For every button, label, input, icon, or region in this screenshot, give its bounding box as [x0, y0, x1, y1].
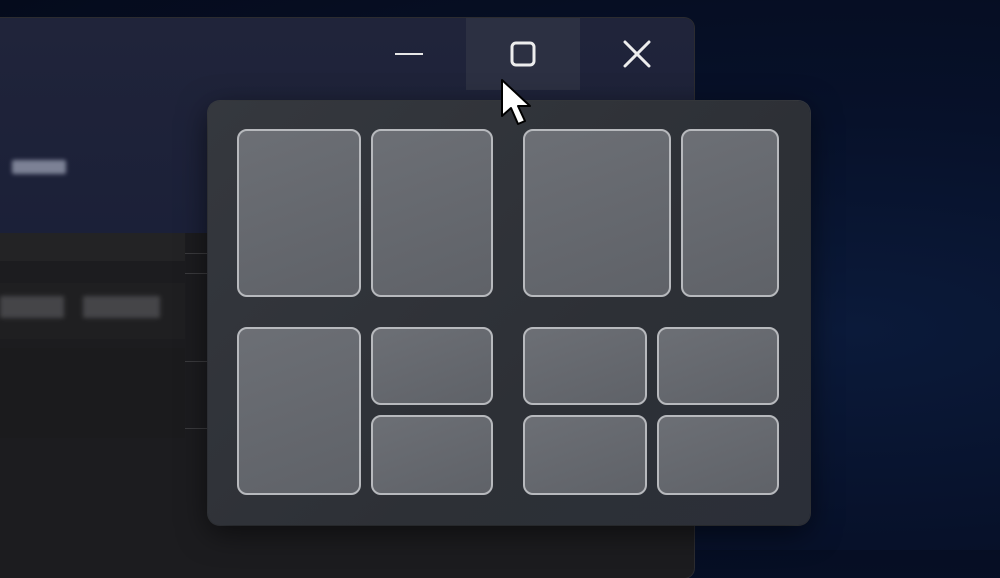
maximize-icon [510, 41, 536, 67]
snap-zone[interactable] [657, 415, 779, 495]
snap-layouts-flyout [208, 101, 810, 525]
blurred-title-text [12, 160, 66, 174]
snap-zone[interactable] [371, 129, 493, 297]
content-row [0, 233, 185, 261]
snap-zone[interactable] [371, 415, 493, 495]
snap-zone[interactable] [681, 129, 779, 297]
blurred-row-text [0, 296, 160, 318]
snap-zone[interactable] [523, 129, 671, 297]
divider [185, 428, 207, 429]
minimize-icon [395, 53, 423, 55]
mouse-pointer-icon [500, 78, 534, 133]
snap-zone[interactable] [657, 327, 779, 405]
snap-zone[interactable] [237, 327, 361, 495]
snap-zone[interactable] [523, 415, 647, 495]
close-icon [623, 40, 651, 68]
divider [185, 361, 207, 362]
content-row [0, 348, 185, 438]
snap-zone[interactable] [237, 129, 361, 297]
divider [185, 273, 207, 274]
minimize-button[interactable] [352, 18, 466, 90]
close-button[interactable] [580, 18, 694, 90]
divider [185, 253, 207, 254]
snap-zone[interactable] [523, 327, 647, 405]
snap-zone[interactable] [371, 327, 493, 405]
